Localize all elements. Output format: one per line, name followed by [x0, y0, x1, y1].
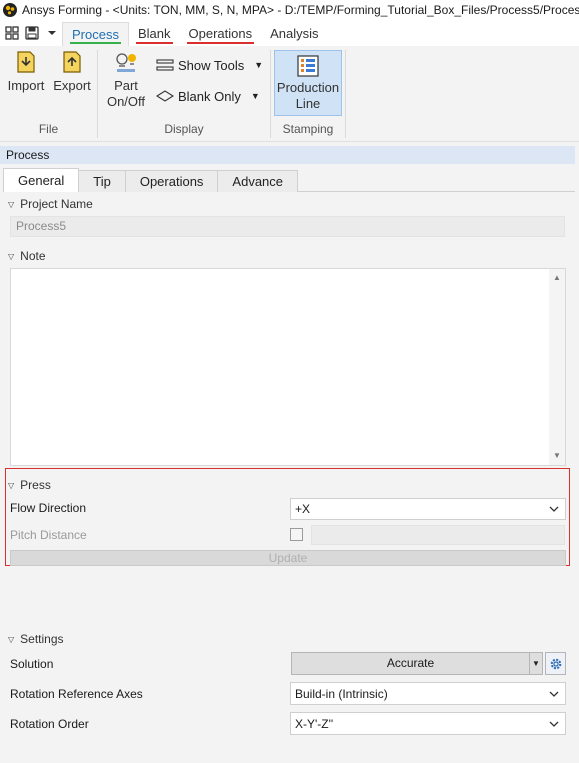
import-label: Import	[7, 78, 45, 93]
display-group: Part On/Off Show Tools ▼ Blank Only ▼ Di…	[98, 46, 270, 142]
tab-underline	[70, 42, 121, 44]
stamping-group-label: Stamping	[282, 122, 334, 136]
rotation-order-label: Rotation Order	[10, 717, 89, 731]
production-line-icon	[297, 55, 319, 77]
chevron-down-icon	[549, 506, 559, 512]
flow-direction-value: +X	[295, 502, 311, 516]
tab-operations-label: Operations	[188, 25, 253, 41]
rotation-axes-select[interactable]: Build-in (Intrinsic)	[290, 682, 566, 705]
flow-direction-select[interactable]: +X	[290, 498, 566, 520]
group-divider	[345, 50, 346, 138]
gear-icon	[550, 658, 561, 669]
production-line-label: Production Line	[276, 80, 340, 111]
app-grid-icon[interactable]	[2, 22, 22, 44]
quick-access-dropdown-icon[interactable]	[42, 22, 62, 44]
tab-underline	[186, 42, 255, 44]
display-group-label: Display	[164, 122, 204, 136]
panel-header: Process	[0, 146, 575, 164]
title-bar: Ansys Forming - <Units: TON, MM, S, N, M…	[0, 0, 579, 20]
collapse-icon: ▽	[8, 251, 15, 261]
scroll-up-icon[interactable]: ▲	[549, 271, 565, 285]
rotation-order-select[interactable]: X-Y'-Z''	[290, 712, 566, 735]
note-label: Note	[20, 249, 46, 263]
project-name-label: Project Name	[20, 197, 93, 211]
press-section[interactable]: ▽ Press	[8, 478, 51, 492]
blank-only-label: Blank Only	[178, 88, 241, 104]
ansys-logo-icon	[3, 3, 17, 17]
blank-only-dropdown-icon[interactable]: ▼	[251, 91, 260, 101]
tab-operations-property[interactable]: Operations	[124, 170, 219, 192]
tab-general[interactable]: General	[3, 168, 80, 192]
export-icon	[59, 48, 85, 76]
flow-direction-label: Flow Direction	[10, 501, 87, 515]
ribbon: Import Export File Part On/Off Show Tool…	[0, 46, 579, 142]
solution-button[interactable]: Accurate	[291, 652, 530, 675]
tab-process[interactable]: Process	[62, 22, 129, 46]
save-icon[interactable]	[22, 22, 42, 44]
settings-section[interactable]: ▽ Settings	[8, 632, 64, 646]
show-tools-dropdown-icon[interactable]: ▼	[254, 60, 263, 70]
tab-analysis-label: Analysis	[270, 25, 319, 41]
blank-only-icon	[156, 88, 174, 104]
solution-label: Solution	[10, 657, 54, 671]
export-button[interactable]: Export	[52, 48, 92, 94]
collapse-icon: ▽	[8, 199, 15, 209]
tab-process-label: Process	[72, 27, 119, 42]
tab-blank-label: Blank	[137, 25, 171, 41]
tab-operations[interactable]: Operations	[180, 20, 262, 46]
solution-dropdown-icon[interactable]: ▼	[529, 652, 543, 675]
import-button[interactable]: Import	[6, 48, 46, 94]
window-title: Ansys Forming - <Units: TON, MM, S, N, M…	[22, 3, 579, 17]
tab-underline	[135, 42, 173, 44]
file-group: Import Export File	[0, 46, 97, 142]
part-toggle-label: Part On/Off	[106, 78, 146, 109]
rotation-axes-label: Rotation Reference Axes	[10, 687, 143, 701]
collapse-icon: ▽	[8, 480, 15, 490]
note-scrollbar[interactable]: ▲ ▼	[549, 269, 565, 465]
tab-analysis[interactable]: Analysis	[261, 20, 327, 46]
blank-only-button[interactable]: Blank Only ▼	[156, 85, 260, 107]
export-label: Export	[53, 78, 91, 93]
press-label: Press	[20, 478, 51, 492]
part-toggle-button[interactable]: Part On/Off	[102, 48, 150, 110]
chevron-down-icon	[549, 721, 559, 727]
scroll-down-icon[interactable]: ▼	[549, 449, 565, 463]
tab-advance[interactable]: Advance	[217, 170, 299, 192]
project-name-field: Process5	[10, 216, 565, 237]
settings-label: Settings	[20, 632, 64, 646]
ribbon-tab-row: Process Blank Operations Analysis	[0, 20, 579, 46]
production-line-button[interactable]: Production Line	[274, 50, 342, 116]
pitch-distance-checkbox[interactable]	[290, 528, 303, 541]
property-tabs: General Tip Operations Advance	[3, 168, 299, 192]
file-group-label: File	[38, 122, 59, 136]
part-toggle-icon	[113, 48, 139, 76]
update-button[interactable]: Update	[10, 550, 566, 566]
import-icon	[13, 48, 39, 76]
show-tools-button[interactable]: Show Tools ▼	[156, 54, 263, 76]
quick-access-toolbar	[0, 20, 62, 46]
tab-blank[interactable]: Blank	[129, 20, 180, 46]
solution-settings-button[interactable]	[545, 652, 566, 675]
collapse-icon: ▽	[8, 634, 15, 644]
show-tools-label: Show Tools	[178, 57, 245, 73]
tab-tip[interactable]: Tip	[78, 170, 126, 192]
project-name-section[interactable]: ▽ Project Name	[8, 197, 93, 211]
rotation-axes-value: Build-in (Intrinsic)	[295, 686, 388, 701]
note-section[interactable]: ▽ Note	[8, 249, 46, 263]
pitch-distance-label: Pitch Distance	[10, 528, 87, 542]
chevron-down-icon	[549, 691, 559, 697]
show-tools-icon	[156, 57, 174, 73]
rotation-order-value: X-Y'-Z''	[295, 716, 334, 731]
note-textarea[interactable]: ▲ ▼	[10, 268, 566, 466]
pitch-distance-field	[311, 525, 565, 545]
